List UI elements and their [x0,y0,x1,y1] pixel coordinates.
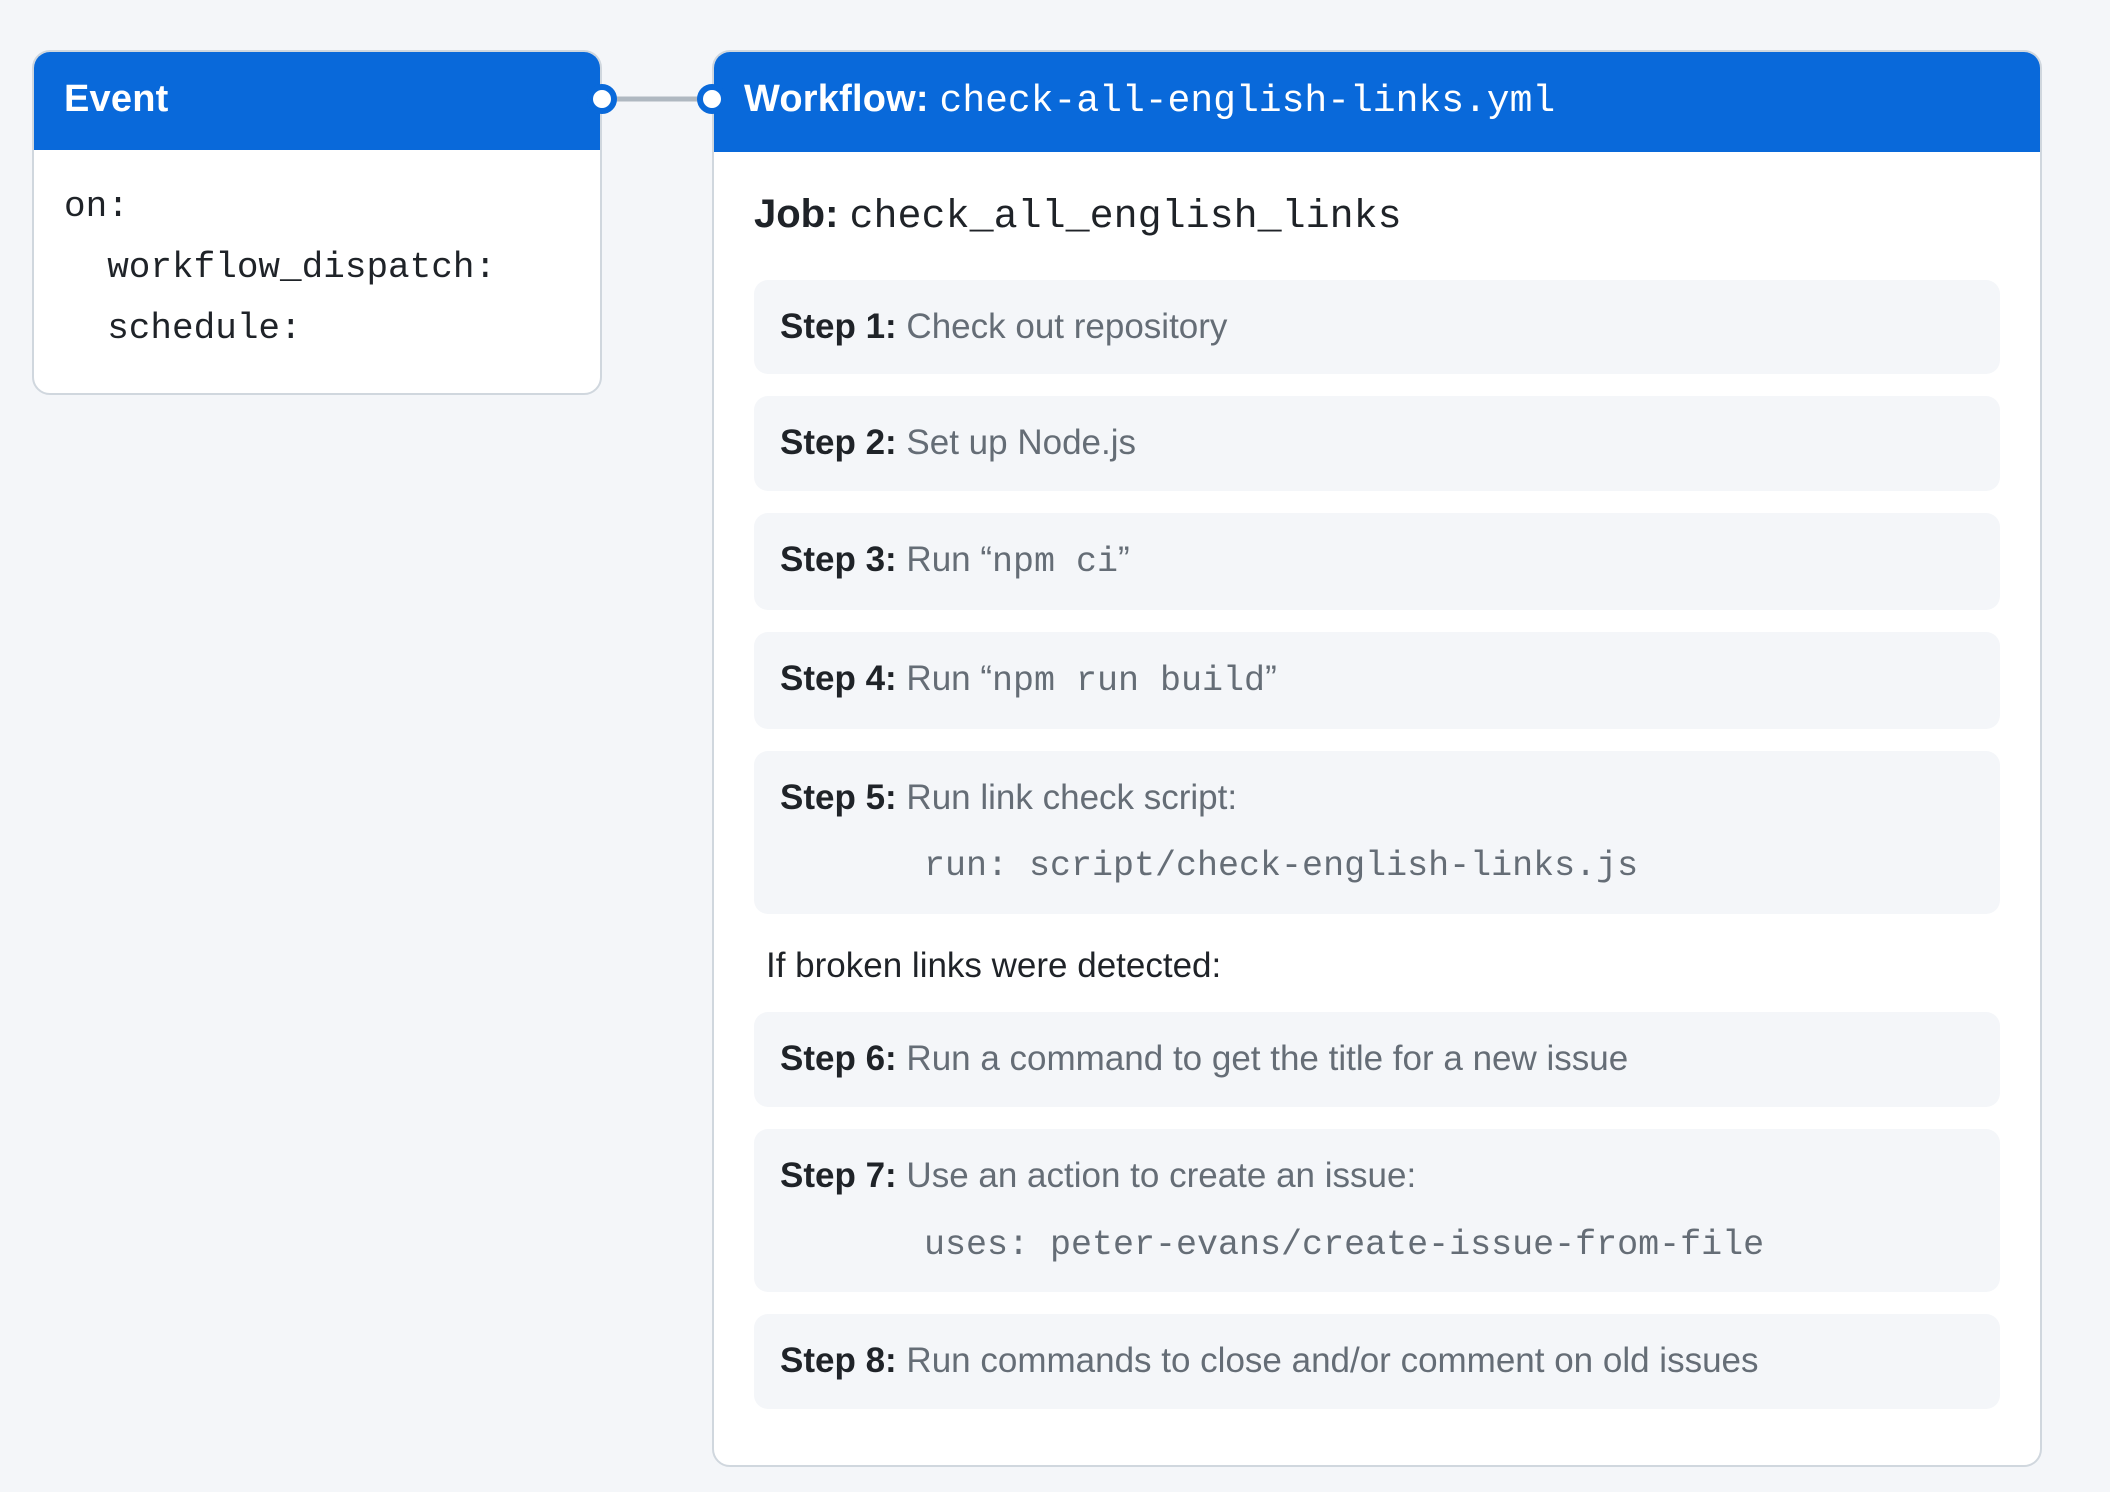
step-desc: Check out repository [897,307,1228,346]
workflow-body: Job: check_all_english_links Step 1: Che… [714,152,2040,1466]
workflow-title-label: Workflow: [744,78,940,120]
step-desc: Run “npm ci” [897,540,1130,579]
event-box: Event on: workflow_dispatch: schedule: [32,50,602,395]
step-extra: run: script/check-english-links.js [780,841,1974,892]
step-label: Step 7: [780,1156,897,1195]
step-desc: Set up Node.js [897,423,1136,462]
step: Step 4: Run “npm run build” [754,632,2000,729]
step-desc: Run link check script: [897,778,1237,817]
step: Step 6: Run a command to get the title f… [754,1012,2000,1107]
connector-line [602,97,712,102]
event-body: on: workflow_dispatch: schedule: [34,150,600,394]
step-label: Step 6: [780,1039,897,1078]
step-desc: Run commands to close and/or comment on … [897,1341,1759,1380]
step-desc: Use an action to create an issue: [897,1156,1416,1195]
event-title: Event [64,78,168,120]
step-label: Step 4: [780,659,897,698]
workflow-header: Workflow: check-all-english-links.yml [714,52,2040,152]
job-label: Job: [754,192,850,236]
job-name: check_all_english_links [850,195,1402,240]
step-desc: Run a command to get the title for a new… [897,1039,1629,1078]
step: Step 2: Set up Node.js [754,396,2000,491]
step: Step 8: Run commands to close and/or com… [754,1314,2000,1409]
step: Step 3: Run “npm ci” [754,513,2000,610]
step-extra: uses: peter-evans/create-issue-from-file [780,1220,1974,1271]
workflow-diagram: Event on: workflow_dispatch: schedule: W… [32,50,2078,1467]
connector-dot-right [697,84,727,114]
step: Step 1: Check out repository [754,280,2000,375]
workflow-box: Workflow: check-all-english-links.yml Jo… [712,50,2042,1467]
event-header: Event [34,52,600,150]
step-label: Step 3: [780,540,897,579]
step: Step 7: Use an action to create an issue… [754,1129,2000,1293]
connector [602,50,712,148]
connector-dot-left [587,84,617,114]
step: Step 5: Run link check script: run: scrip… [754,751,2000,915]
step-label: Step 1: [780,307,897,346]
step-label: Step 8: [780,1341,897,1380]
step-label: Step 2: [780,423,897,462]
step-desc: Run “npm run build” [897,659,1277,698]
step-label: Step 5: [780,778,897,817]
job-title: Job: check_all_english_links [754,192,2000,240]
workflow-filename: check-all-english-links.yml [940,80,1556,123]
condition-text: If broken links were detected: [766,946,2000,986]
